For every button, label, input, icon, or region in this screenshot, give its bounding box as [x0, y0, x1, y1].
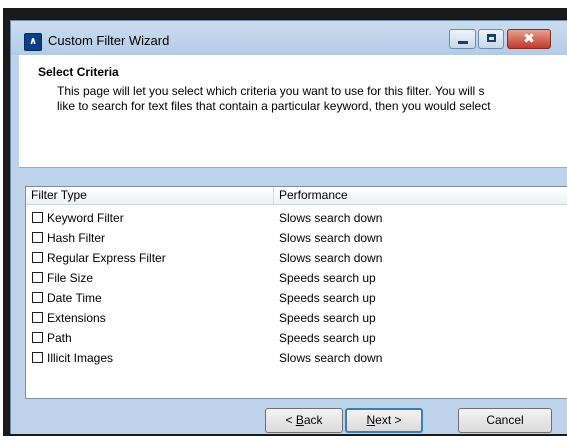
filter-type-cell: Date Time — [47, 291, 102, 305]
performance-cell: Slows search down — [279, 351, 383, 365]
table-row[interactable]: File Size Speeds search up — [26, 269, 567, 289]
maximize-icon — [487, 34, 496, 42]
row-checkbox[interactable] — [32, 232, 43, 243]
cancel-button[interactable]: Cancel — [458, 408, 552, 433]
wizard-footer: < Back Next > Cancel — [19, 401, 567, 435]
maximize-button[interactable] — [478, 29, 504, 49]
table-row[interactable]: Date Time Speeds search up — [26, 289, 567, 309]
list-header: Filter Type Performance — [26, 187, 567, 205]
description-line-2: like to search for text files that conta… — [57, 99, 491, 113]
title-bar: ∧ Custom Filter Wizard ✖ — [11, 21, 567, 55]
filter-list[interactable]: Filter Type Performance Keyword Filter Sl… — [25, 186, 567, 399]
row-checkbox[interactable] — [32, 352, 43, 363]
row-checkbox[interactable] — [32, 332, 43, 343]
table-row[interactable]: Regular Express Filter Slows search down — [26, 249, 567, 269]
table-row[interactable]: Keyword Filter Slows search down — [26, 209, 567, 229]
performance-cell: Slows search down — [279, 211, 383, 225]
app-logo-icon: ∧ — [24, 33, 42, 51]
next-button[interactable]: Next > — [345, 408, 423, 433]
wizard-header: Select Criteria This page will let you s… — [19, 55, 567, 167]
window-title: Custom Filter Wizard — [48, 33, 170, 48]
filter-type-cell: Keyword Filter — [47, 211, 124, 225]
row-checkbox[interactable] — [32, 252, 43, 263]
row-checkbox[interactable] — [32, 292, 43, 303]
page-description: This page will let you select which crit… — [57, 84, 567, 114]
close-icon: ✖ — [523, 31, 535, 47]
header-divider — [19, 167, 567, 168]
table-row[interactable]: Illicit Images Slows search down — [26, 349, 567, 369]
table-row[interactable]: Path Speeds search up — [26, 329, 567, 349]
row-checkbox[interactable] — [32, 272, 43, 283]
filter-type-cell: Regular Express Filter — [47, 251, 166, 265]
page-title: Select Criteria — [38, 65, 119, 79]
description-line-1: This page will let you select which crit… — [57, 84, 485, 98]
row-checkbox[interactable] — [32, 312, 43, 323]
filter-type-cell: Hash Filter — [47, 231, 106, 245]
table-row[interactable]: Extensions Speeds search up — [26, 309, 567, 329]
performance-cell: Speeds search up — [279, 291, 376, 305]
column-header-filter-type[interactable]: Filter Type — [26, 187, 274, 204]
performance-cell: Speeds search up — [279, 271, 376, 285]
performance-cell: Speeds search up — [279, 311, 376, 325]
column-header-performance[interactable]: Performance — [274, 187, 567, 204]
back-button[interactable]: < Back — [265, 408, 343, 433]
minimize-icon — [458, 41, 468, 44]
performance-cell: Slows search down — [279, 231, 383, 245]
table-row[interactable]: Hash Filter Slows search down — [26, 229, 567, 249]
filter-type-cell: File Size — [47, 271, 94, 285]
close-button[interactable]: ✖ — [507, 29, 551, 49]
row-checkbox[interactable] — [32, 212, 43, 223]
wizard-window: ∧ Custom Filter Wizard ✖ Select Criteria… — [10, 20, 567, 434]
performance-cell: Speeds search up — [279, 331, 376, 345]
filter-type-cell: Path — [47, 331, 72, 345]
filter-type-cell: Illicit Images — [47, 351, 114, 365]
minimize-button[interactable] — [449, 29, 476, 49]
filter-type-cell: Extensions — [47, 311, 106, 325]
performance-cell: Slows search down — [279, 251, 383, 265]
